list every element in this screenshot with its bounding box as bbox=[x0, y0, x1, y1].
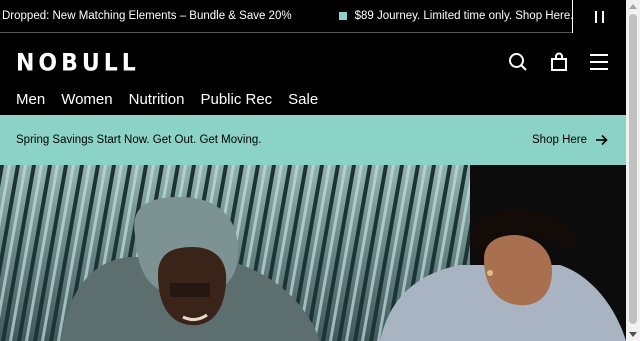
pause-button[interactable] bbox=[572, 0, 626, 33]
nav-item-women[interactable]: Women bbox=[61, 91, 112, 108]
announcement-message-text: Dropped: New Matching Elements – Bundle … bbox=[2, 10, 292, 22]
nav-item-nutrition[interactable]: Nutrition bbox=[129, 91, 185, 108]
promo-shop-link[interactable]: Shop Here bbox=[532, 134, 608, 146]
announcement-message-text: $89 Journey. Limited time only. Shop Her… bbox=[354, 10, 574, 22]
menu-icon[interactable] bbox=[587, 50, 611, 74]
bag-icon[interactable] bbox=[547, 50, 571, 74]
arrow-right-icon bbox=[596, 134, 608, 146]
scrollbar-thumb[interactable] bbox=[629, 14, 637, 324]
square-bullet-icon bbox=[338, 12, 347, 20]
site-header: NOBULL Men Women Nutrition Public Rec Sa… bbox=[0, 34, 626, 115]
search-icon[interactable] bbox=[506, 50, 530, 74]
nav-item-public-rec[interactable]: Public Rec bbox=[200, 91, 272, 108]
scroll-down-arrow-icon[interactable] bbox=[629, 332, 637, 337]
announcement-message[interactable]: Dropped: New Matching Elements – Bundle … bbox=[2, 10, 292, 22]
nav-item-sale[interactable]: Sale bbox=[288, 91, 318, 108]
promo-banner: Spring Savings Start Now. Get Out. Get M… bbox=[0, 115, 626, 165]
pause-icon bbox=[602, 10, 604, 23]
nav-item-men[interactable]: Men bbox=[16, 91, 45, 108]
announcement-track: Dropped: New Matching Elements – Bundle … bbox=[0, 0, 574, 32]
page-scrollbar[interactable] bbox=[626, 0, 640, 341]
main-nav: Men Women Nutrition Public Rec Sale bbox=[16, 91, 318, 108]
logo[interactable]: NOBULL bbox=[16, 50, 140, 78]
scroll-up-arrow-icon[interactable] bbox=[629, 4, 637, 9]
pause-icon bbox=[595, 10, 597, 23]
announcement-message[interactable]: $89 Journey. Limited time only. Shop Her… bbox=[338, 10, 574, 22]
promo-cta-label: Shop Here bbox=[532, 134, 587, 146]
promo-text: Spring Savings Start Now. Get Out. Get M… bbox=[16, 134, 262, 146]
hero-image[interactable] bbox=[0, 165, 626, 341]
announcement-bar: Dropped: New Matching Elements – Bundle … bbox=[0, 0, 626, 33]
